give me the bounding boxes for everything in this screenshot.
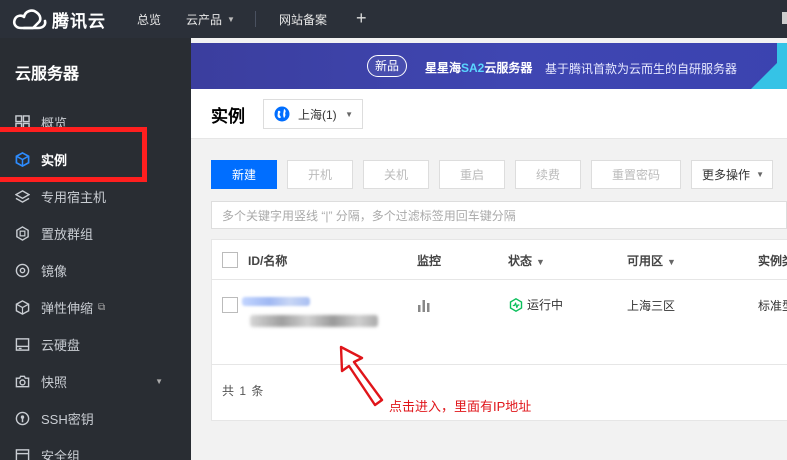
page-title: 实例 [211,107,245,126]
instance-name-blurred [250,315,378,327]
drive-icon [14,336,30,352]
instance-type-value: 标准型 [758,299,787,313]
annotation-arrow-icon [339,345,384,407]
renew-button[interactable]: 续费 [515,160,581,189]
banner-description: 基于腾讯首款为云而生的自研服务器 [545,62,738,76]
column-zone[interactable]: 可用区 ▼ [627,252,676,269]
plus-icon[interactable]: + [356,8,367,28]
top-bar: 腾讯云 总览 云产品 ▼ 网站备案 + [0,0,787,38]
sidebar-item-label: 镜像 [41,263,68,279]
hexagon-icon [14,225,30,241]
annotation-note: 点击进入，里面有IP地址 [389,399,532,414]
sidebar: 云服务器 概览 实例 专用宿主机 置放群组 镜像 弹性伸缩 ⧉ 云硬盘 快照 ▼… [0,38,191,460]
region-label: 上海(1) [298,107,337,122]
status-running: 运行中 [509,296,563,313]
highlight-box [0,127,147,182]
nav-icp-filing[interactable]: 网站备案 [279,0,327,38]
chevron-down-icon[interactable]: ▼ [155,377,163,386]
table-row: 运行中 上海三区 标准型 [212,281,787,365]
restart-button[interactable]: 重启 [439,160,505,189]
content-header: 实例 上海(1) ▼ [191,89,787,139]
chevron-down-icon: ▼ [227,14,235,24]
zone-value: 上海三区 [627,299,676,313]
column-status-label: 状态 [508,254,533,268]
column-zone-label: 可用区 [627,254,664,268]
banner-title: 星星海SA2云服务器 [425,59,532,76]
sidebar-item-images[interactable]: 镜像 [0,252,191,288]
chevron-down-icon: ▼ [756,170,764,179]
nav-overview[interactable]: 总览 [137,0,161,38]
column-status[interactable]: 状态 ▼ [508,252,545,269]
more-actions-dropdown[interactable]: 更多操作 ▼ [691,160,773,189]
nav-products[interactable]: 云产品 ▼ [186,0,235,38]
more-actions-label: 更多操作 [702,168,751,182]
sidebar-item-cloud-disk[interactable]: 云硬盘 [0,326,191,362]
stop-button[interactable]: 关机 [363,160,429,189]
sidebar-item-ssh-keys[interactable]: SSH密钥 [0,400,191,436]
monitor-chart-icon[interactable] [417,298,431,312]
sidebar-item-label: 弹性伸缩 [41,300,94,316]
sidebar-item-snapshots[interactable]: 快照 ▼ [0,363,191,399]
column-id-name: ID/名称 [248,254,288,268]
column-instance-type: 实例类 [758,254,787,268]
nav-divider [255,11,256,27]
sidebar-item-dedicated-host[interactable]: 专用宿主机 [0,178,191,214]
sidebar-title: 云服务器 [15,66,80,83]
new-instance-button[interactable]: 新建 [211,160,277,189]
sidebar-item-auto-scaling[interactable]: 弹性伸缩 ⧉ [0,289,191,325]
disc-icon [14,262,30,278]
chevron-down-icon: ▼ [345,109,353,119]
page-background [191,421,787,460]
user-menu-edge[interactable] [782,12,787,24]
banner-decoration [777,43,787,89]
camera-icon [14,373,30,389]
sidebar-item-label: 云硬盘 [41,337,81,353]
banner-title-highlight: SA2 [461,61,485,75]
external-link-icon: ⧉ [98,301,106,313]
select-all-checkbox[interactable] [222,252,238,268]
search-input[interactable]: 多个关键字用竖线 “|” 分隔，多个过滤标签用回车键分隔 [211,201,787,229]
shield-icon [14,447,30,460]
table-header: ID/名称 监控 状态▼ 可用区▼ 实例类 [212,240,787,280]
cloud-logo-icon [12,9,47,30]
banner-title-part: 星星海 [425,61,462,75]
instance-table: ID/名称 监控 状态▼ 可用区▼ 实例类 运行中 上海三区 标准型 共 1 条 [211,239,787,421]
reset-password-button[interactable]: 重置密码 [591,160,681,189]
banner-title-part: 云服务器 [484,61,533,75]
instance-id-link-blurred[interactable] [242,297,310,306]
running-status-icon [509,297,523,312]
region-select[interactable]: 上海(1) ▼ [263,99,363,129]
sidebar-item-label: SSH密钥 [41,411,94,427]
sidebar-item-label: 专用宿主机 [41,189,107,205]
globe-icon [274,106,290,122]
layers-icon [14,188,30,204]
filter-icon[interactable]: ▼ [667,257,676,267]
table-total: 共 1 条 [222,384,265,398]
sidebar-item-label: 置放群组 [41,226,94,242]
logo-text: 腾讯云 [52,11,106,31]
sidebar-item-label: 快照 [41,374,68,390]
start-button[interactable]: 开机 [287,160,353,189]
key-icon [14,410,30,426]
nav-icp-filing-label: 网站备案 [279,12,328,27]
filter-icon[interactable]: ▼ [536,257,545,267]
new-badge: 新品 [367,55,408,77]
promo-banner[interactable]: 新品 星星海SA2云服务器 基于腾讯首款为云而生的自研服务器 [191,43,787,89]
status-label: 运行中 [527,298,564,312]
search-placeholder: 多个关键字用竖线 “|” 分隔，多个过滤标签用回车键分隔 [222,208,516,223]
tencent-cloud-logo[interactable]: 腾讯云 [12,6,106,32]
box-icon [14,299,30,315]
column-monitor: 监控 [417,254,442,268]
sidebar-item-label: 安全组 [41,448,81,460]
nav-overview-label: 总览 [137,12,162,27]
nav-products-label: 云产品 [186,12,223,27]
row-checkbox[interactable] [222,297,238,313]
sidebar-item-placement-group[interactable]: 置放群组 [0,215,191,251]
sidebar-item-security-group[interactable]: 安全组 [0,437,191,460]
